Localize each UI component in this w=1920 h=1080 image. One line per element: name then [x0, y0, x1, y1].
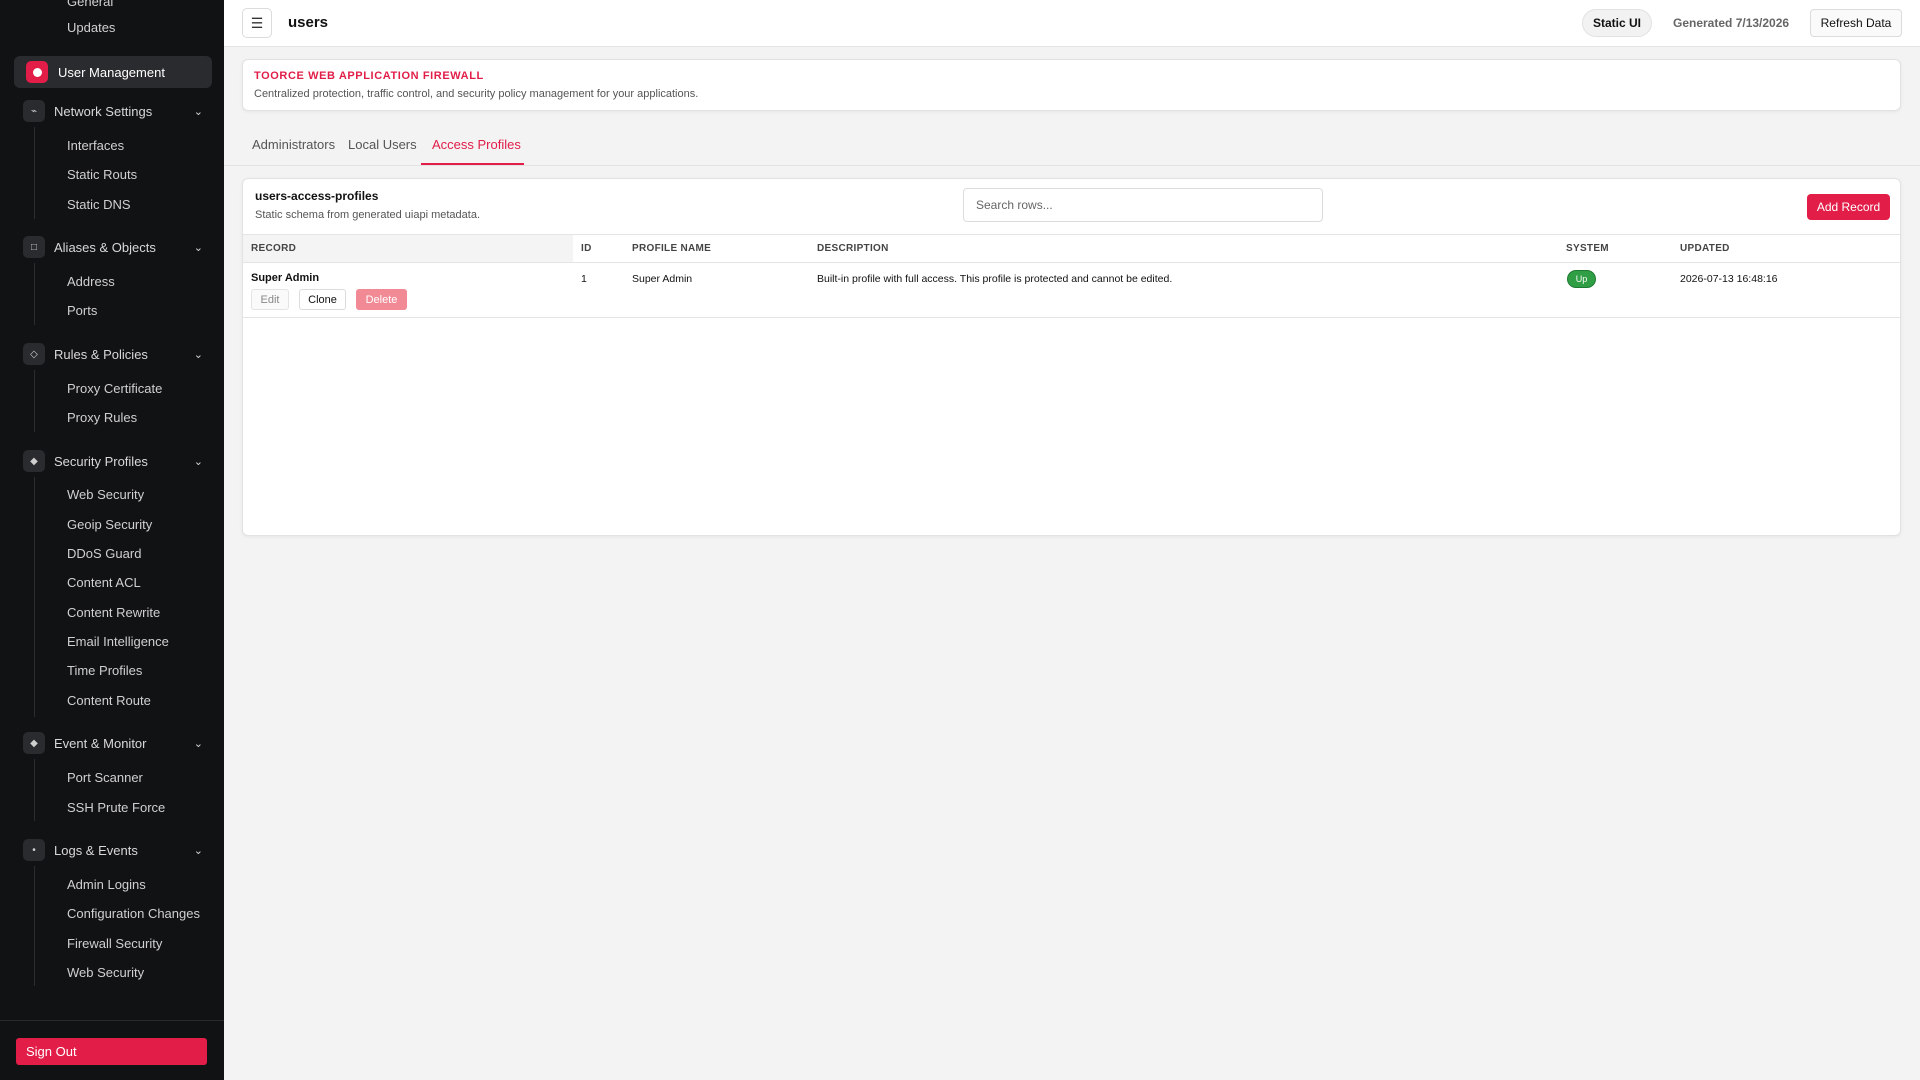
diamond-outline-icon: ◇ [23, 343, 45, 365]
sidebar-item-content-rewrite[interactable]: Content Rewrite [67, 605, 160, 620]
sidebar-item-user-management[interactable]: User Management [14, 56, 212, 88]
record-name: Super Admin [251, 272, 320, 284]
sidebar-group-logs-events[interactable]: • Logs & Events ⌄ [23, 838, 203, 862]
sidebar-item-ddos-guard[interactable]: DDoS Guard [67, 546, 141, 561]
cell-updated: 2026-07-13 16:48:16 [1680, 273, 1778, 285]
status-badge: Up [1568, 271, 1595, 287]
panel-title: users-access-profiles [255, 189, 379, 203]
sidebar-item-content-route[interactable]: Content Route [67, 693, 151, 708]
search-input[interactable] [963, 188, 1323, 222]
menu-toggle-button[interactable]: ☰ [242, 8, 272, 38]
static-ui-badge: Static UI [1582, 9, 1652, 37]
sidebar-item-time-profiles[interactable]: Time Profiles [67, 663, 142, 678]
square-icon: □ [23, 236, 45, 258]
sidebar-item-proxy-certificate[interactable]: Proxy Certificate [67, 381, 162, 396]
sidebar-item-firewall-security[interactable]: Firewall Security [67, 936, 162, 951]
column-header-system: SYSTEM [1566, 243, 1609, 254]
sidebar-divider [34, 759, 35, 821]
cell-id: 1 [581, 273, 587, 285]
sidebar-item-ssh-prute-force[interactable]: SSH Prute Force [67, 800, 165, 815]
sidebar-item-address[interactable]: Address [67, 274, 115, 289]
sidebar-item-static-routs[interactable]: Static Routs [67, 167, 137, 182]
sidebar-item-label: User Management [58, 64, 165, 80]
sidebar-group-network-settings[interactable]: ⌁ Network Settings ⌄ [23, 99, 203, 123]
sidebar-group-label: Security Profiles [54, 453, 148, 469]
column-header-profile-name: PROFILE NAME [632, 243, 712, 254]
table-row: Super Admin Edit Clone Delete 1 Super Ad… [243, 263, 1900, 318]
sidebar-group-label: Aliases & Objects [54, 239, 156, 255]
chevron-down-icon: ⌄ [193, 241, 203, 254]
sidebar-divider [34, 866, 35, 986]
table-header: RECORD ID PROFILE NAME DESCRIPTION SYSTE… [243, 234, 1900, 263]
sidebar-item-web-security-logs[interactable]: Web Security [67, 965, 144, 980]
cell-profile-name: Super Admin [632, 273, 693, 285]
sidebar-group-security-profiles[interactable]: ◆ Security Profiles ⌄ [23, 449, 203, 473]
dot-icon: • [23, 839, 45, 861]
sidebar-divider [34, 477, 35, 717]
column-header-record: RECORD [251, 243, 297, 254]
chevron-down-icon: ⌄ [193, 737, 203, 750]
records-panel: users-access-profiles Static schema from… [242, 178, 1901, 536]
network-icon: ⌁ [23, 100, 45, 122]
add-record-button[interactable]: Add Record [1807, 194, 1890, 220]
tab-local-users[interactable]: Local Users [348, 137, 417, 152]
sidebar-divider [34, 263, 35, 325]
product-banner: TOORCE WEB APPLICATION FIREWALL Centrali… [242, 59, 1901, 111]
panel-subtitle: Static schema from generated uiapi metad… [255, 209, 481, 221]
sidebar-item-proxy-rules[interactable]: Proxy Rules [67, 410, 137, 425]
column-header-id: ID [581, 243, 592, 254]
sidebar-item-web-security[interactable]: Web Security [67, 487, 144, 502]
chevron-down-icon: ⌄ [193, 105, 203, 118]
sidebar-item-admin-logins[interactable]: Admin Logins [67, 877, 146, 892]
sidebar-item-updates[interactable]: Updates [67, 20, 115, 35]
sidebar-group-label: Logs & Events [54, 842, 138, 858]
sidebar-item-ports[interactable]: Ports [67, 303, 97, 318]
tab-administrators[interactable]: Administrators [252, 137, 335, 152]
sign-out-button[interactable]: Sign Out [16, 1038, 207, 1065]
cell-description: Built-in profile with full access. This … [817, 273, 1173, 285]
hamburger-icon: ☰ [250, 14, 264, 31]
tab-access-profiles[interactable]: Access Profiles [432, 137, 521, 152]
chevron-down-icon: ⌄ [193, 455, 203, 468]
sidebar-group-label: Network Settings [54, 103, 153, 119]
sidebar-item-interfaces[interactable]: Interfaces [67, 138, 124, 153]
chevron-down-icon: ⌄ [193, 348, 203, 361]
sidebar-item-general[interactable]: General [67, 0, 113, 9]
chevron-down-icon: ⌄ [193, 844, 203, 857]
delete-button[interactable]: Delete [356, 289, 407, 310]
column-header-description: DESCRIPTION [817, 243, 889, 254]
page-title: users [288, 14, 329, 31]
clone-button[interactable]: Clone [299, 289, 346, 310]
sidebar: General Updates User Management ⌁ Networ… [0, 0, 224, 1080]
column-header-updated: UPDATED [1680, 243, 1730, 254]
sidebar-group-label: Rules & Policies [54, 346, 148, 362]
banner-subtitle: Centralized protection, traffic control,… [254, 88, 699, 100]
sidebar-group-label: Event & Monitor [54, 735, 147, 751]
edit-button[interactable]: Edit [251, 289, 289, 310]
sidebar-group-rules-policies[interactable]: ◇ Rules & Policies ⌄ [23, 342, 203, 366]
diamond-icon: ◆ [23, 732, 45, 754]
refresh-data-button[interactable]: Refresh Data [1810, 9, 1902, 37]
sidebar-divider [0, 1020, 224, 1021]
sidebar-group-aliases-objects[interactable]: □ Aliases & Objects ⌄ [23, 235, 203, 259]
sidebar-group-event-monitor[interactable]: ◆ Event & Monitor ⌄ [23, 731, 203, 755]
sidebar-item-static-dns[interactable]: Static DNS [67, 197, 131, 212]
generated-timestamp: Generated 7/13/2026 [1673, 16, 1790, 30]
diamond-icon: ◆ [23, 450, 45, 472]
sidebar-item-email-intelligence[interactable]: Email Intelligence [67, 634, 169, 649]
banner-title: TOORCE WEB APPLICATION FIREWALL [254, 70, 484, 82]
sidebar-divider [34, 127, 35, 219]
sidebar-item-configuration-changes[interactable]: Configuration Changes [67, 906, 200, 921]
user-management-icon [26, 61, 48, 83]
tabs-divider [224, 165, 1920, 166]
sidebar-item-geoip-security[interactable]: Geoip Security [67, 517, 152, 532]
sidebar-item-content-acl[interactable]: Content ACL [67, 575, 141, 590]
sidebar-item-port-scanner[interactable]: Port Scanner [67, 770, 143, 785]
sidebar-divider [34, 370, 35, 432]
topbar: ☰ users Static UI Generated 7/13/2026 Re… [224, 0, 1920, 47]
